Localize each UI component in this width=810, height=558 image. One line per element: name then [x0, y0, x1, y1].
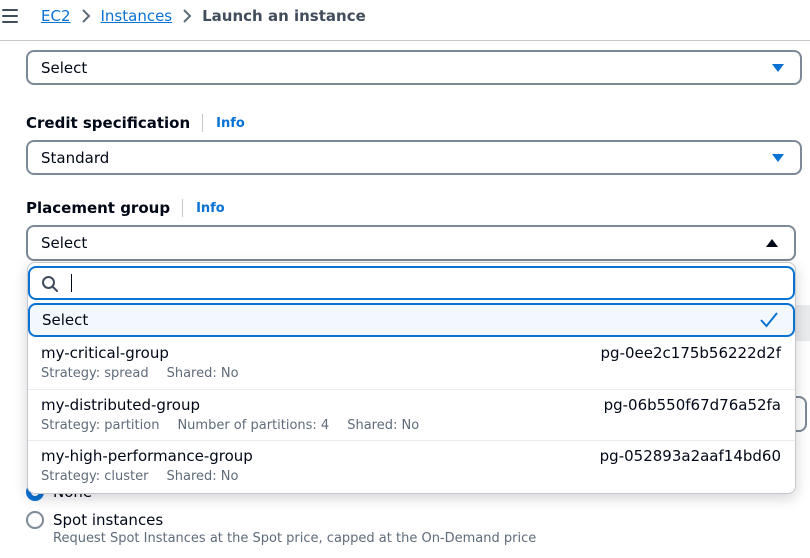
placement-group-label-text: Placement group [26, 199, 171, 217]
top-select-value: Select [41, 58, 88, 77]
option-meta: Strategy: cluster Shared: No [41, 469, 256, 484]
top-bar: EC2 Instances Launch an instance [0, 0, 810, 41]
option-item[interactable]: my-distributed-group pg-06b550f67d76a52f… [28, 389, 795, 440]
radio-spot[interactable] [26, 511, 44, 529]
option-id: pg-0ee2c175b56222d2f [600, 344, 781, 362]
option-name: my-critical-group [41, 344, 169, 362]
option-strategy: Strategy: spread [41, 366, 149, 381]
option-item[interactable]: my-high-performance-group pg-052893a2aaf… [28, 440, 795, 491]
caret-down-icon [772, 153, 784, 162]
placement-search-box[interactable] [28, 266, 795, 300]
placement-search-input[interactable] [68, 272, 768, 294]
breadcrumb: EC2 Instances Launch an instance [41, 7, 366, 25]
credit-spec-label-text: Credit specification [26, 114, 191, 132]
label-divider [182, 199, 184, 217]
option-strategy: Strategy: cluster [41, 469, 149, 484]
chevron-right-icon [81, 9, 91, 23]
radio-spot-row[interactable]: Spot instances [26, 511, 163, 529]
option-name: my-high-performance-group [41, 447, 253, 465]
option-meta: Strategy: partition Number of partitions:… [41, 418, 437, 433]
label-divider [202, 114, 204, 132]
option-select[interactable]: Select [28, 303, 795, 337]
credit-spec-value: Standard [41, 148, 110, 167]
placement-group-select[interactable]: Select [26, 225, 796, 261]
option-partitions: Number of partitions: 4 [177, 418, 330, 433]
breadcrumb-instances[interactable]: Instances [101, 7, 173, 25]
text-cursor [71, 274, 72, 292]
option-shared: Shared: No [166, 469, 239, 484]
option-meta: Strategy: spread Shared: No [41, 366, 257, 381]
option-select-label: Select [42, 311, 89, 329]
credit-spec-info-link[interactable]: Info [216, 116, 245, 131]
placement-group-dropdown: Select my-critical-group pg-0ee2c175b562… [27, 262, 796, 494]
option-name: my-distributed-group [41, 396, 200, 414]
top-select[interactable]: Select [26, 50, 802, 85]
hamburger-menu-icon[interactable] [2, 9, 18, 23]
background-row-edge [795, 305, 810, 341]
search-icon [42, 276, 58, 292]
credit-spec-label: Credit specification Info [26, 114, 245, 132]
option-shared: Shared: No [166, 366, 239, 381]
option-shared: Shared: No [347, 418, 420, 433]
option-strategy: Strategy: partition [41, 418, 160, 433]
breadcrumb-current: Launch an instance [202, 7, 366, 25]
radio-spot-description: Request Spot Instances at the Spot price… [53, 531, 537, 546]
option-id: pg-052893a2aaf14bd60 [599, 447, 781, 465]
caret-down-icon [772, 63, 784, 72]
credit-spec-select[interactable]: Standard [26, 140, 802, 175]
radio-spot-label: Spot instances [53, 511, 164, 529]
placement-group-value: Select [41, 234, 88, 252]
chevron-right-icon [182, 9, 192, 23]
placement-group-info-link[interactable]: Info [196, 201, 225, 216]
placement-group-label: Placement group Info [26, 199, 225, 217]
background-select-edge [795, 396, 807, 432]
option-id: pg-06b550f67d76a52fa [603, 396, 781, 414]
option-item[interactable]: my-critical-group pg-0ee2c175b56222d2f S… [28, 338, 795, 389]
breadcrumb-ec2[interactable]: EC2 [41, 7, 71, 25]
check-icon [760, 312, 778, 328]
caret-up-icon [766, 239, 778, 247]
